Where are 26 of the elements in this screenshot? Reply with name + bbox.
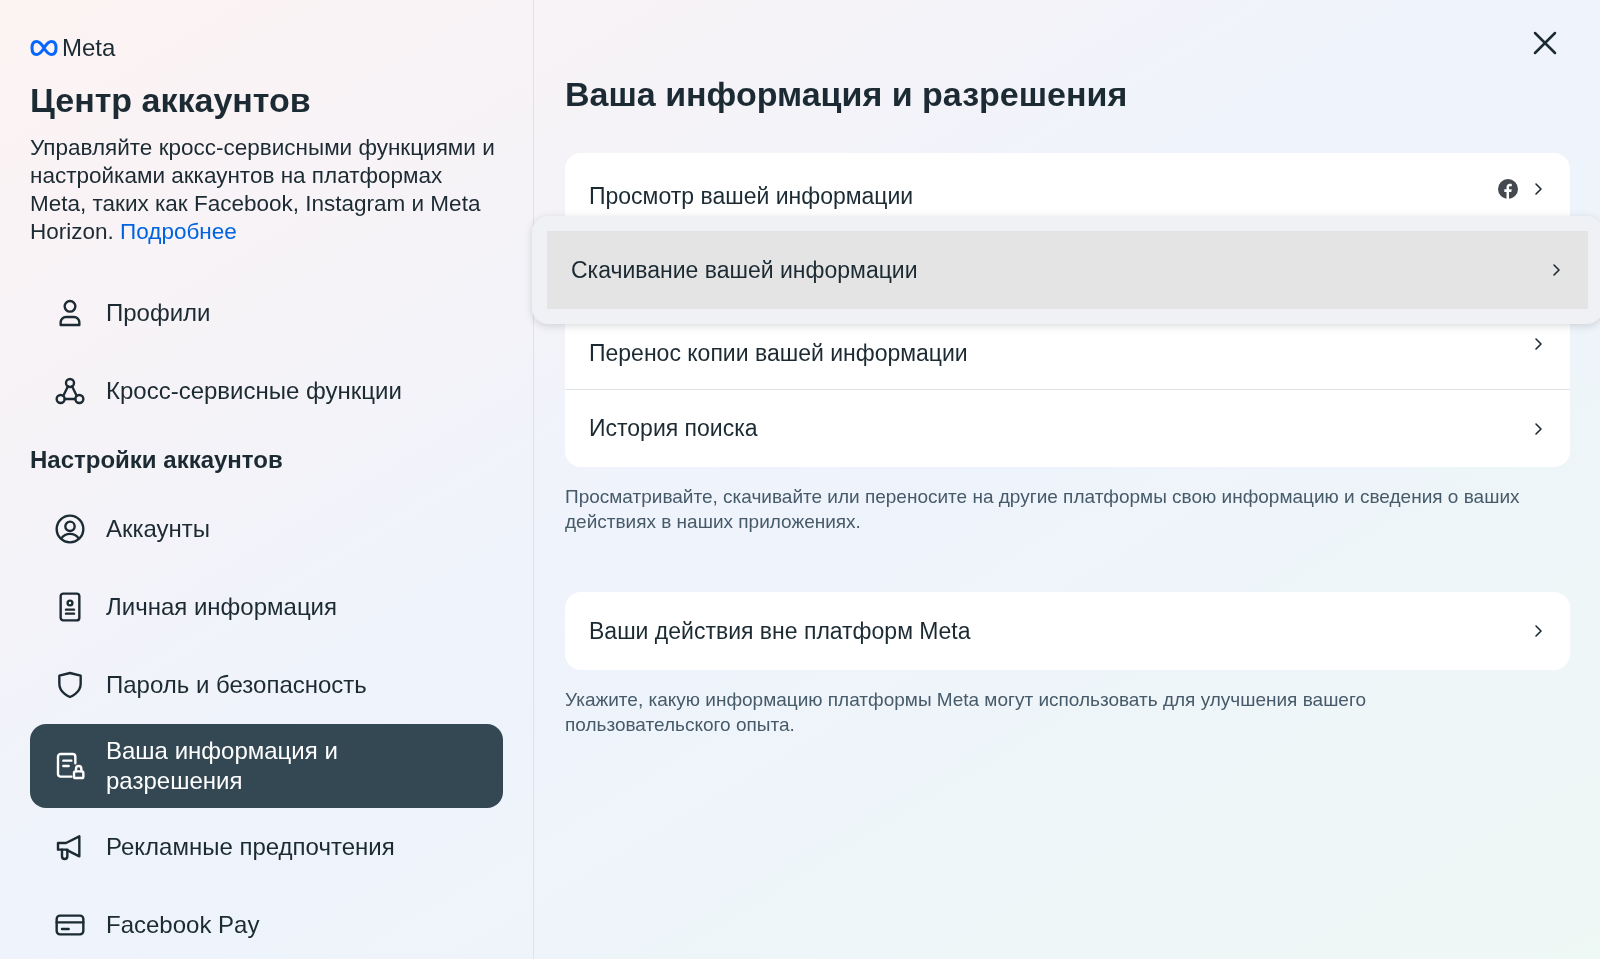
settings-row[interactable]: Перенос копии вашей информации [565,324,1570,389]
section-note: Укажите, какую информацию платформы Meta могут использовать для улучшения вашего пользовательского опыта. [565,688,1367,737]
sidebar-item[interactable]: Рекламные предпочтения [30,808,503,886]
section-heading: Настройки аккаунтов [30,445,284,475]
sidebar-item[interactable]: Личная информация [30,568,503,646]
settings-row[interactable]: Просмотр вашей информации [565,153,1570,216]
section-title: Ваша информация и разрешения [565,74,1129,115]
sidebar-item[interactable]: Пароль и безопасность [30,646,503,724]
sidebar-item[interactable]: Кросс-сервисные функции [30,352,503,430]
settings-row[interactable]: Ваши действия вне платформ Meta [565,592,1570,670]
brand-name: Meta [62,33,116,63]
sidebar-item[interactable]: Профили [30,274,503,352]
sidebar-item[interactable]: Аккаунты [30,490,503,568]
description-text: Управляйте кросс-сервисными функциями и настройками аккаунтов на платформах Meta, таких как Facebook, Instagram и Meta Horizon. Подробнее [30,134,496,246]
learn-more-link[interactable]: Подробнее [120,219,237,244]
account-icon [54,513,86,545]
settings-row[interactable]: История поиска [565,389,1570,467]
settings-row[interactable]: Скачивание вашей информации [547,231,1588,309]
nodes-icon [54,375,86,407]
page-title: Центр аккаунтов [30,80,312,121]
document-lock-icon [54,750,86,782]
sidebar-item[interactable]: Facebook Pay [30,886,503,959]
infinity-logo-icon [30,40,58,56]
sidebar-item[interactable]: Ваша информация и разрешения [30,724,503,808]
section-note: Просматривайте, скачивайте или переносите на другие платформы свою информацию и сведения о ваших действиях в наших приложениях. [565,485,1521,534]
facebook-icon [1498,179,1518,199]
